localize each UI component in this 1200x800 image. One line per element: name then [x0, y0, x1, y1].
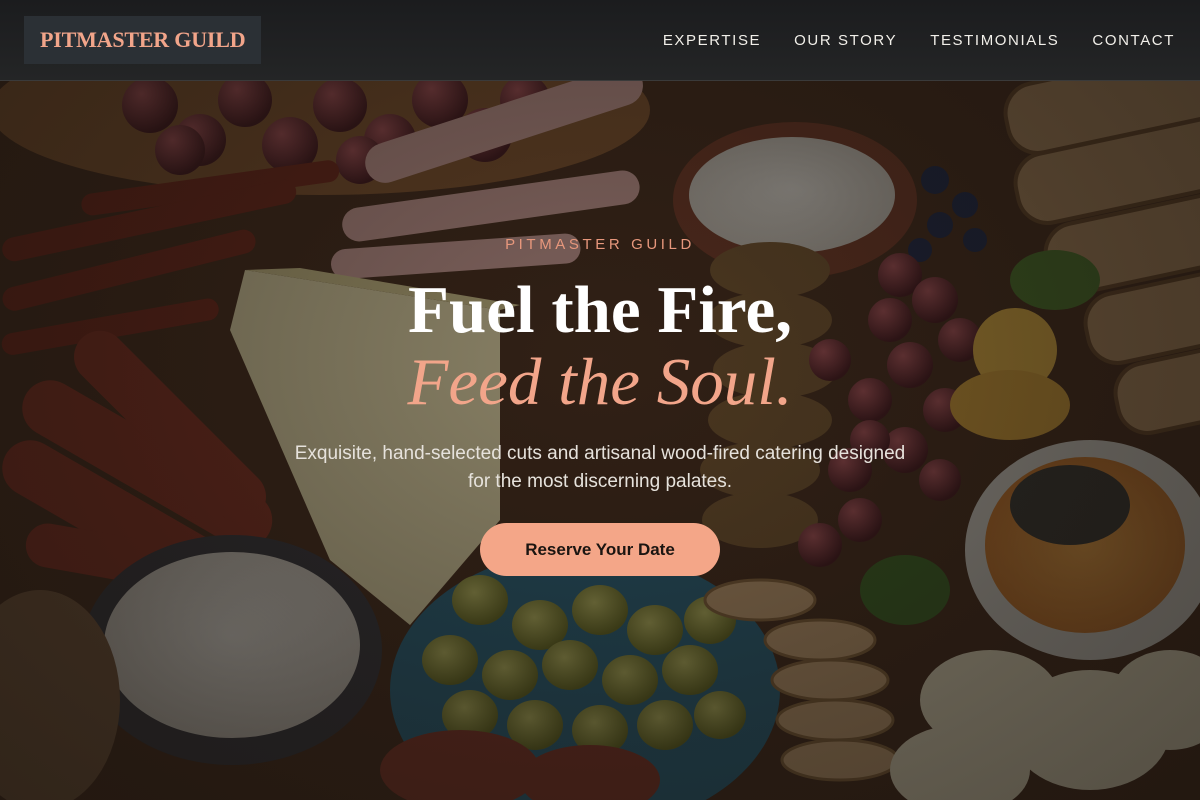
hero-eyebrow: PITMASTER GUILD: [505, 236, 695, 253]
hero-subtitle: Exquisite, hand-selected cuts and artisa…: [294, 443, 906, 492]
reserve-date-button[interactable]: Reserve Your Date: [480, 523, 720, 576]
hero-headline-line1: Fuel the Fire,: [408, 273, 792, 347]
hero-section: PITMASTER GUILD Fuel the Fire, Feed the …: [0, 0, 1200, 800]
nav-link-expertise[interactable]: EXPERTISE: [663, 32, 761, 49]
nav-link-testimonials[interactable]: TESTIMONIALS: [930, 32, 1059, 49]
nav-link-contact[interactable]: CONTACT: [1092, 32, 1175, 49]
hero-headline-line2: Feed the Soul.: [407, 345, 793, 419]
nav-link-our-story[interactable]: OUR STORY: [794, 32, 897, 49]
main-nav: EXPERTISE OUR STORY TESTIMONIALS CONTACT: [663, 32, 1175, 49]
top-navbar: PITMASTER GUILD EXPERTISE OUR STORY TEST…: [0, 0, 1200, 81]
brand-logo[interactable]: PITMASTER GUILD: [24, 16, 262, 64]
